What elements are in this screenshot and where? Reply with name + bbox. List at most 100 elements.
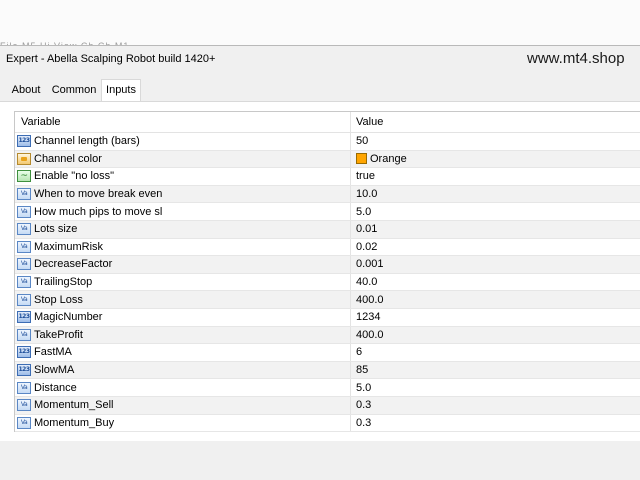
color-swatch [356,153,367,165]
variable-cell: Va Lots size [15,220,351,238]
variable-cell: Va DecreaseFactor [15,256,351,273]
value-cell[interactable]: 0.01 [351,221,640,238]
variable-name: How much pips to move sl [34,205,163,218]
bool-icon: ~ [17,170,31,183]
variable-cell: 123 Channel length (bars) [15,133,351,150]
variable-name: When to move break even [34,188,163,201]
variable-value: 10.0 [356,188,378,201]
tab-common[interactable]: Common [48,80,100,102]
variable-name: TakeProfit [34,328,83,341]
double-icon: Va [17,416,31,429]
variable-value: 0.001 [356,258,384,271]
inputs-table: Variable Value 123 Channel length (bars) 5… [14,111,640,433]
variable-cell: Va How much pips to move sl [15,203,351,220]
variable-cell: Va Distance [15,379,351,396]
variable-value: 40.0 [356,276,378,289]
table-header: Variable Value [15,112,640,133]
table-row[interactable]: Va How much pips to move sl 5.0 [15,203,640,221]
value-cell[interactable]: 400.0 [351,327,640,344]
variable-cell: Va When to move break even [15,185,351,203]
tab-about[interactable]: About [6,80,46,102]
table-row[interactable]: 123 FastMA 6 [15,344,640,362]
variable-cell: Va Stop Loss [15,291,351,308]
value-cell[interactable]: 5.0 [351,379,640,396]
variable-value: 1234 [356,311,381,324]
int-icon: 123 [17,364,31,377]
table-row[interactable]: Va Distance 5.0 [15,379,640,397]
double-icon: Va [17,258,31,271]
value-cell[interactable]: 0.02 [351,239,640,256]
table-row[interactable]: Channel color Orange [15,150,640,169]
value-cell[interactable]: 0.001 [351,256,640,273]
expert-properties-dialog: Expert - Abella Scalping Robot build 142… [0,46,640,480]
table-row[interactable]: Va Momentum_Sell 0.3 [15,396,640,415]
value-cell[interactable]: 5.0 [351,203,640,220]
column-header-variable[interactable]: Variable [15,112,351,132]
double-icon: Va [17,399,31,412]
dialog-title: Expert - Abella Scalping Robot build 142… [6,53,216,65]
variable-name: MaximumRisk [34,240,104,253]
variable-name: Enable "no loss" [34,170,114,183]
value-cell[interactable]: 6 [351,344,640,361]
variable-name: TrailingStop [34,276,93,289]
variable-value: 5.0 [356,381,372,394]
int-icon: 123 [17,311,31,324]
double-icon: Va [17,381,31,394]
value-cell[interactable]: 0.3 [351,397,640,414]
double-icon: Va [17,328,31,341]
variable-cell: 123 FastMA [15,344,351,361]
table-row[interactable]: 123 SlowMA 85 [15,361,640,380]
variable-value: 400.0 [356,293,384,306]
variable-value: 85 [356,364,369,377]
variable-value: 6 [356,346,363,359]
value-cell[interactable]: 10.0 [351,186,640,203]
variable-value: 5.0 [356,205,372,218]
variable-name: Momentum_Sell [34,399,114,412]
inputs-panel: Variable Value 123 Channel length (bars) 5… [0,101,640,441]
variable-value: 0.02 [356,240,378,253]
table-row[interactable]: Va MaximumRisk 0.02 [15,238,640,257]
table-row[interactable]: 123 MagicNumber 1234 [15,308,640,327]
variable-name: DecreaseFactor [34,258,113,271]
variable-cell: ~ Enable "no loss" [15,168,351,185]
value-cell[interactable]: 1234 [351,309,640,326]
table-row[interactable]: ~ Enable "no loss" true [15,168,640,186]
value-cell[interactable]: 40.0 [351,274,640,291]
variable-value: 0.01 [356,223,378,236]
variable-value: 0.3 [356,399,372,412]
background-strip [0,0,640,45]
table-row[interactable]: Va When to move break even 10.0 [15,185,640,204]
table-row[interactable]: 123 Channel length (bars) 50 [15,133,640,151]
table-row[interactable]: Va TakeProfit 400.0 [15,326,640,345]
variable-cell: Va TakeProfit [15,326,351,344]
table-row[interactable]: Va Stop Loss 400.0 [15,291,640,309]
value-cell[interactable]: 85 [351,362,640,379]
table-row[interactable]: Va DecreaseFactor 0.001 [15,256,640,274]
table-row[interactable]: Va Lots size 0.01 [15,220,640,239]
table-row[interactable]: Va Momentum_Buy 0.3 [15,414,640,433]
int-icon: 123 [17,135,31,148]
variable-cell: 123 SlowMA [15,361,351,379]
double-icon: Va [17,293,31,306]
value-cell[interactable]: Orange [351,151,640,168]
variable-cell: Va TrailingStop [15,273,351,291]
variable-value: Orange [370,152,407,165]
value-cell[interactable]: true [351,168,640,185]
tab-inputs[interactable]: Inputs [101,79,141,102]
variable-cell: Va Momentum_Sell [15,396,351,414]
table-row[interactable]: Va TrailingStop 40.0 [15,273,640,292]
variable-name: MagicNumber [34,311,103,324]
variable-name: Momentum_Buy [34,416,115,429]
variable-name: Lots size [34,223,78,236]
column-header-value[interactable]: Value [351,112,640,132]
value-cell[interactable]: 0.3 [351,415,640,432]
variable-cell: Va Momentum_Buy [15,414,351,432]
variable-value: 400.0 [356,328,384,341]
double-icon: Va [17,223,31,236]
variable-name: Distance [34,381,77,394]
variable-name: SlowMA [34,364,75,377]
double-icon: Va [17,205,31,218]
value-cell[interactable]: 400.0 [351,291,640,308]
value-cell[interactable]: 50 [351,133,640,150]
variable-value: true [356,170,375,183]
